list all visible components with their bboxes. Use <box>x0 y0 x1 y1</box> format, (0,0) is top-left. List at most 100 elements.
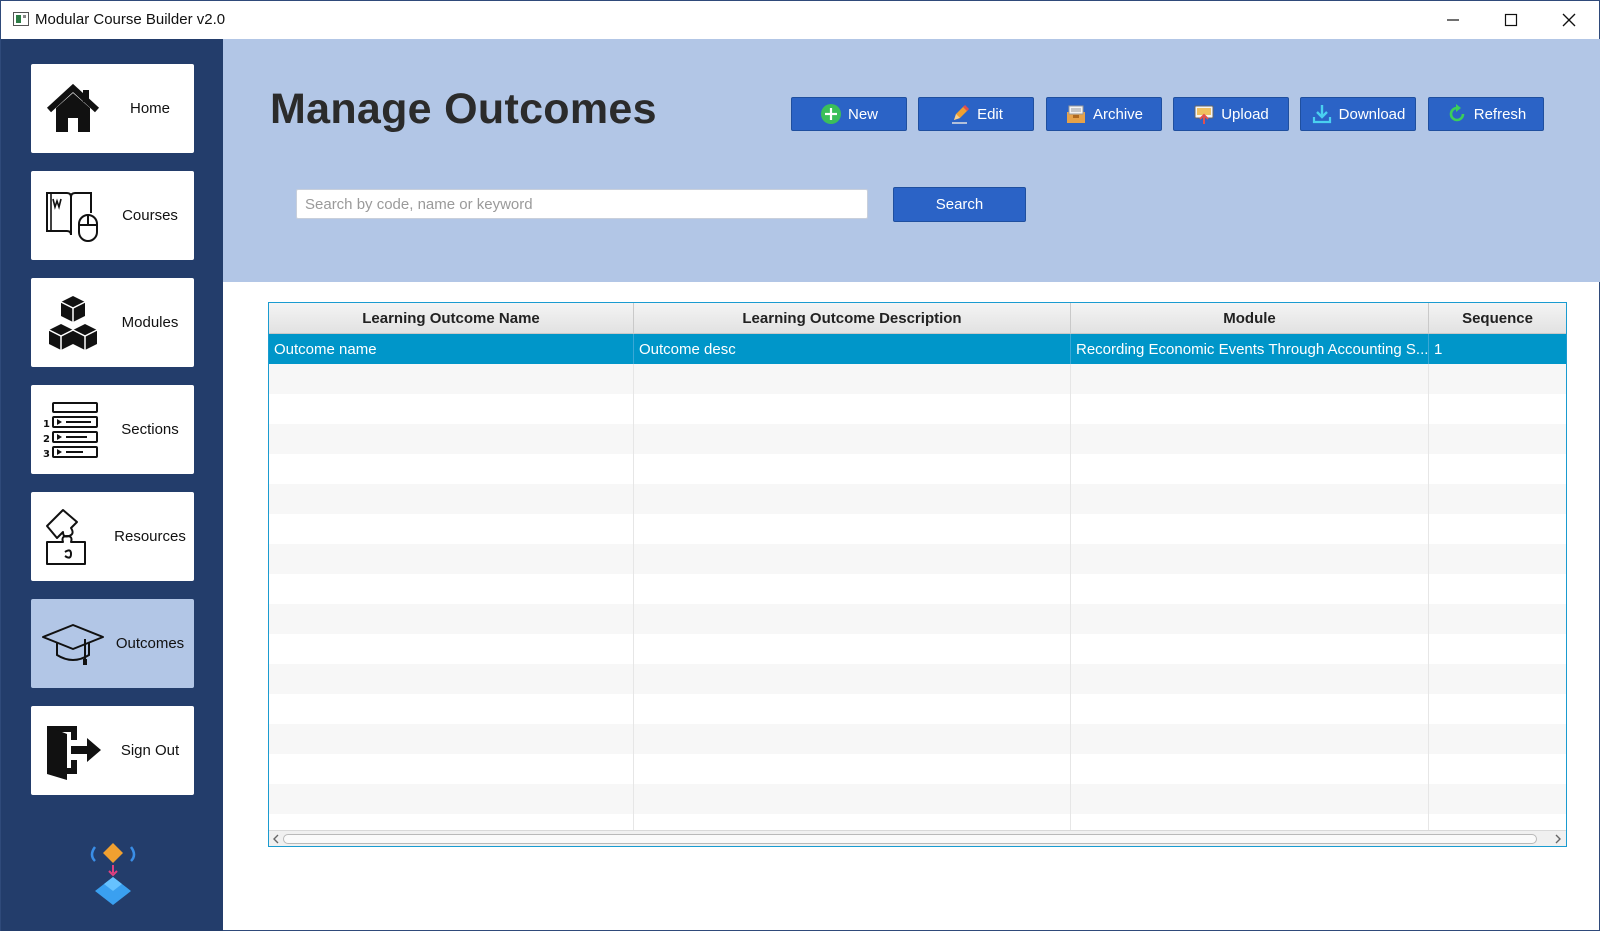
minimize-icon <box>1447 19 1459 21</box>
numbered-list-icon: 1 2 3 <box>43 402 98 460</box>
table-cell-name <box>269 484 634 514</box>
table-header: Learning Outcome Name Learning Outcome D… <box>269 303 1566 334</box>
table-cell-name <box>269 514 634 544</box>
sidebar-item-courses[interactable]: Courses <box>31 171 194 260</box>
sidebar-item-modules[interactable]: Modules <box>31 278 194 367</box>
table-row[interactable]: Outcome name Outcome desc Recording Econom… <box>269 334 1566 364</box>
sidebar-item-home[interactable]: Home <box>31 64 194 153</box>
empty-table-row[interactable] <box>269 484 1566 514</box>
horizontal-scrollbar[interactable] <box>269 830 1566 846</box>
table-cell-module <box>1071 664 1429 694</box>
search-input[interactable] <box>296 189 868 219</box>
archive-button[interactable]: Archive <box>1046 97 1162 131</box>
column-header-description[interactable]: Learning Outcome Description <box>634 303 1071 334</box>
column-header-sequence[interactable]: Sequence <box>1429 303 1566 334</box>
empty-table-row[interactable] <box>269 364 1566 394</box>
scrollbar-thumb[interactable] <box>283 834 1537 844</box>
table-cell-sequence <box>1429 694 1566 724</box>
table-cell-sequence <box>1429 574 1566 604</box>
new-button-label: New <box>847 105 878 123</box>
scroll-left-icon[interactable] <box>270 833 282 845</box>
refresh-button[interactable]: Refresh <box>1428 97 1544 131</box>
empty-table-row[interactable] <box>269 544 1566 574</box>
table-cell-module <box>1071 784 1429 814</box>
table-cell-sequence <box>1429 484 1566 514</box>
empty-table-row[interactable] <box>269 424 1566 454</box>
table-cell-module <box>1071 364 1429 394</box>
table-cell-module <box>1071 604 1429 634</box>
title-bar: Modular Course Builder v2.0 <box>1 1 1599 39</box>
table-cell-name <box>269 364 634 394</box>
table-cell-sequence <box>1429 634 1566 664</box>
sidebar-item-label: Outcomes <box>115 635 185 652</box>
maximize-icon <box>1504 13 1518 27</box>
empty-table-row[interactable] <box>269 394 1566 424</box>
table-cell-description <box>634 394 1071 424</box>
table-cell-sequence <box>1429 784 1566 814</box>
table-cell-name <box>269 454 634 484</box>
outcomes-table[interactable]: Learning Outcome Name Learning Outcome D… <box>268 302 1567 847</box>
table-cell-description <box>634 484 1071 514</box>
plus-circle-icon <box>820 104 841 124</box>
new-button[interactable]: New <box>791 97 907 131</box>
empty-table-row[interactable] <box>269 634 1566 664</box>
close-button[interactable] <box>1540 1 1598 39</box>
app-logo <box>90 843 136 905</box>
empty-table-row[interactable] <box>269 754 1566 784</box>
table-cell-sequence <box>1429 604 1566 634</box>
empty-table-row[interactable] <box>269 664 1566 694</box>
table-cell-description <box>634 664 1071 694</box>
sidebar-item-sections[interactable]: 1 2 3 Sections <box>31 385 194 474</box>
sidebar-item-sign-out[interactable]: Sign Out <box>31 706 194 795</box>
table-cell-sequence <box>1429 454 1566 484</box>
maximize-button[interactable] <box>1482 1 1540 39</box>
empty-table-row[interactable] <box>269 574 1566 604</box>
table-cell-module <box>1071 454 1429 484</box>
table-cell-sequence <box>1429 544 1566 574</box>
book-mouse-icon <box>46 192 98 242</box>
table-cell-name <box>269 664 634 694</box>
table-cell-sequence <box>1429 514 1566 544</box>
table-cell-module <box>1071 574 1429 604</box>
table-cell-description <box>634 754 1071 784</box>
sidebar-item-outcomes[interactable]: Outcomes <box>31 599 194 688</box>
column-header-name[interactable]: Learning Outcome Name <box>269 303 634 334</box>
search-button[interactable]: Search <box>893 187 1026 222</box>
table-cell-description <box>634 784 1071 814</box>
table-cell-name <box>269 724 634 754</box>
sidebar-item-label: Sections <box>121 421 179 438</box>
cubes-icon <box>48 296 98 350</box>
empty-table-row[interactable] <box>269 514 1566 544</box>
table-cell-name <box>269 574 634 604</box>
page-title: Manage Outcomes <box>270 85 657 133</box>
table-cell-description <box>634 604 1071 634</box>
sidebar-item-resources[interactable]: Resources <box>31 492 194 581</box>
edit-button[interactable]: Edit <box>918 97 1034 131</box>
empty-table-row[interactable] <box>269 694 1566 724</box>
column-header-module[interactable]: Module <box>1071 303 1429 334</box>
exit-door-icon <box>47 726 101 780</box>
sidebar-item-label: Courses <box>122 207 178 224</box>
app-window: Modular Course Builder v2.0 Home Courses… <box>0 0 1600 931</box>
table-cell-module <box>1071 754 1429 784</box>
table-cell-description <box>634 544 1071 574</box>
empty-table-row[interactable] <box>269 604 1566 634</box>
upload-button[interactable]: Upload <box>1173 97 1289 131</box>
table-cell-name <box>269 394 634 424</box>
minimize-button[interactable] <box>1424 1 1482 39</box>
empty-table-row[interactable] <box>269 784 1566 814</box>
table-cell-name <box>269 604 634 634</box>
table-cell-module <box>1071 394 1429 424</box>
empty-table-row[interactable] <box>269 454 1566 484</box>
svg-text:3: 3 <box>43 449 50 460</box>
table-cell-module <box>1071 724 1429 754</box>
empty-table-row[interactable] <box>269 724 1566 754</box>
table-cell-name <box>269 544 634 574</box>
sidebar-item-label: Sign Out <box>120 742 180 759</box>
table-cell-module <box>1071 634 1429 664</box>
table-cell-description <box>634 364 1071 394</box>
scroll-right-icon[interactable] <box>1552 833 1564 845</box>
table-cell-description: Outcome desc <box>634 334 1071 364</box>
table-cell-description <box>634 574 1071 604</box>
download-button[interactable]: Download <box>1300 97 1416 131</box>
